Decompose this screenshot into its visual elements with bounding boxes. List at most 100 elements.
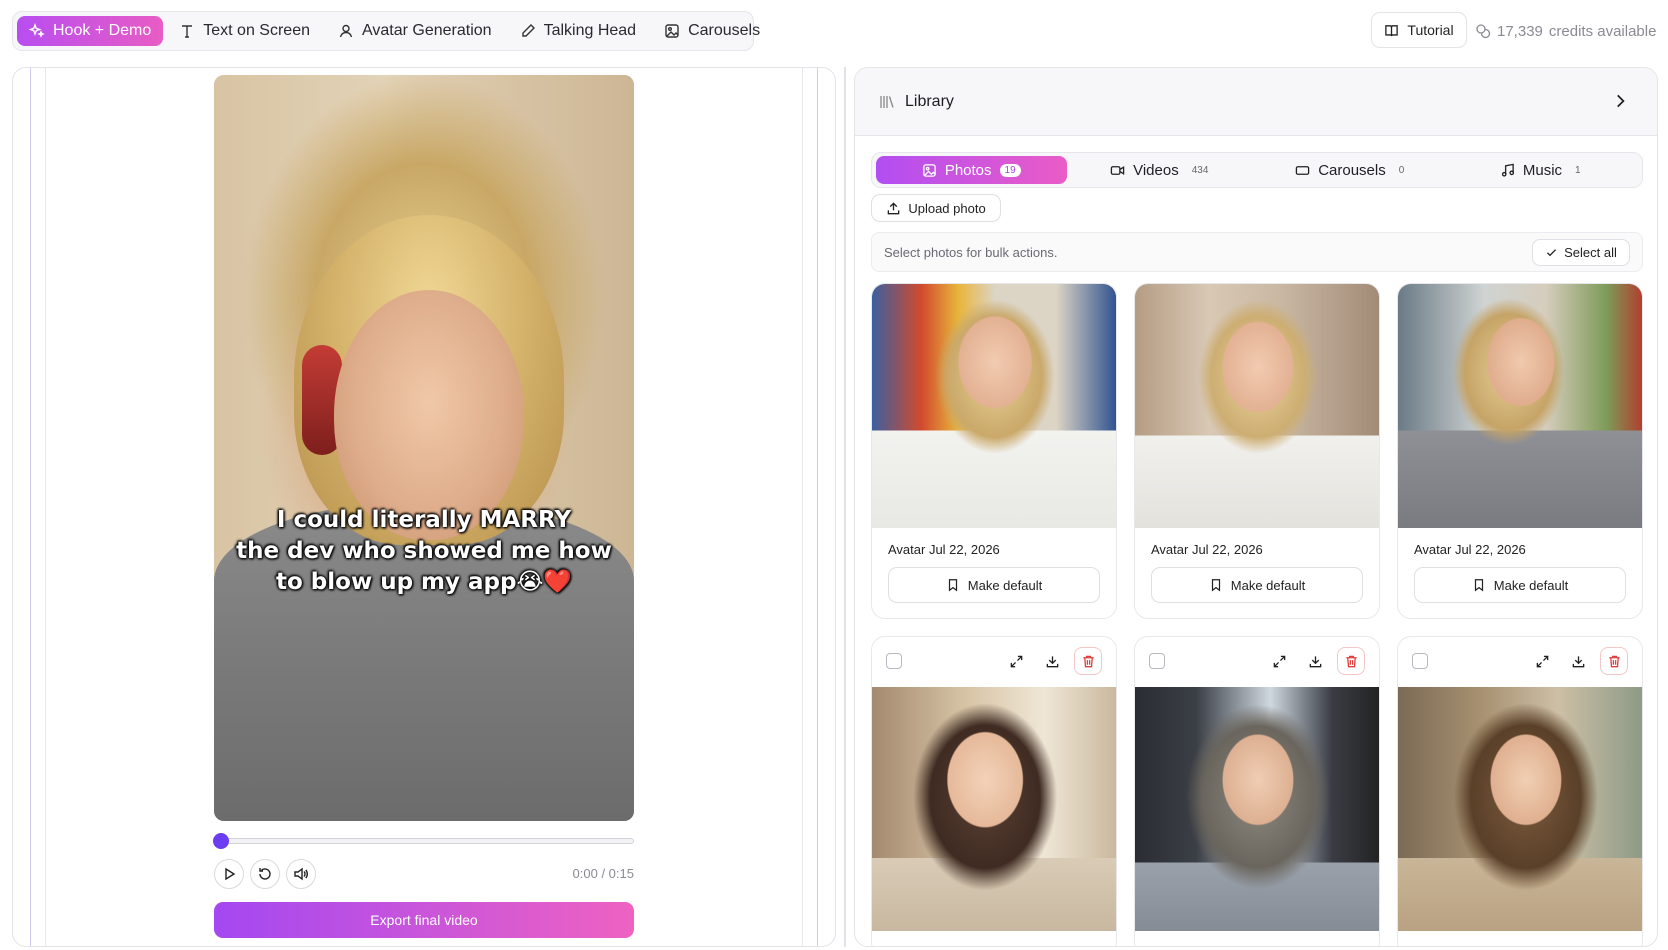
tab-talking-head[interactable]: Talking Head bbox=[508, 16, 649, 46]
sparkles-icon bbox=[29, 23, 45, 38]
images-icon bbox=[665, 24, 679, 38]
make-default-button[interactable]: Make default bbox=[1151, 567, 1363, 603]
tutorial-label: Tutorial bbox=[1407, 22, 1454, 38]
photo-card[interactable] bbox=[1397, 636, 1643, 946]
text-icon bbox=[182, 25, 193, 38]
photo-card[interactable]: Avatar Jul 22, 2026 Make default bbox=[871, 283, 1117, 619]
delete-button[interactable] bbox=[1600, 647, 1628, 675]
upload-photo-button[interactable]: Upload photo bbox=[871, 194, 1001, 222]
download-icon bbox=[1309, 655, 1321, 667]
tab-text-on-screen[interactable]: Text on Screen bbox=[167, 16, 322, 46]
tab-label: Videos bbox=[1133, 161, 1179, 179]
play-button[interactable] bbox=[214, 859, 244, 889]
tab-label: Text on Screen bbox=[203, 22, 310, 39]
expand-button[interactable] bbox=[1265, 647, 1293, 675]
check-icon bbox=[1547, 249, 1557, 257]
tab-label: Photos bbox=[944, 161, 992, 179]
tab-videos[interactable]: Videos 434 bbox=[1067, 156, 1258, 184]
trash-icon bbox=[1345, 655, 1357, 667]
video-camera-icon bbox=[1110, 165, 1125, 175]
caption-line: to blow up my app😭❤️ bbox=[276, 569, 572, 595]
resize-handle[interactable] bbox=[844, 67, 846, 947]
tab-count-badge: 0 bbox=[1398, 164, 1405, 176]
download-button[interactable] bbox=[1564, 647, 1592, 675]
expand-icon bbox=[1273, 655, 1285, 667]
bulk-actions-bar: Select photos for bulk actions. Select a… bbox=[871, 232, 1643, 272]
credits-count: 17,339 bbox=[1497, 22, 1543, 40]
tab-avatar-generation[interactable]: Avatar Generation bbox=[326, 16, 504, 46]
volume-button[interactable] bbox=[286, 859, 316, 889]
tab-label: Carousels bbox=[1318, 161, 1386, 179]
library-panel: Library Photos 19 Videos 434 Carousels 0… bbox=[854, 67, 1658, 947]
select-all-button[interactable]: Select all bbox=[1532, 239, 1630, 266]
photo-caption: Avatar Jul 22, 2026 bbox=[1414, 542, 1526, 557]
playback-time: 0:00 / 0:15 bbox=[572, 866, 634, 881]
pen-icon bbox=[521, 24, 535, 37]
media-tabs: Photos 19 Videos 434 Carousels 0 Music 1 bbox=[871, 152, 1643, 188]
photo-thumbnail[interactable] bbox=[1135, 284, 1379, 528]
photo-card[interactable]: Avatar Jul 22, 2026 Make default bbox=[1397, 283, 1643, 619]
photo-card[interactable] bbox=[1134, 636, 1380, 946]
tab-music[interactable]: Music 1 bbox=[1448, 156, 1639, 184]
select-checkbox[interactable] bbox=[886, 653, 902, 669]
photo-card[interactable] bbox=[871, 636, 1117, 946]
photo-thumbnail[interactable] bbox=[1398, 284, 1642, 528]
make-default-label: Make default bbox=[1493, 577, 1569, 593]
tab-carousels[interactable]: Carousels 0 bbox=[1257, 156, 1448, 184]
scrubber-knob[interactable] bbox=[213, 833, 229, 849]
restart-icon bbox=[259, 868, 271, 880]
caption-line: the dev who showed me how bbox=[236, 538, 612, 564]
download-button[interactable] bbox=[1301, 647, 1329, 675]
trash-icon bbox=[1082, 655, 1094, 667]
make-default-button[interactable]: Make default bbox=[1414, 567, 1626, 603]
photo-thumbnail[interactable] bbox=[1135, 687, 1379, 931]
tutorial-button[interactable]: Tutorial bbox=[1371, 12, 1467, 48]
delete-button[interactable] bbox=[1337, 647, 1365, 675]
delete-button[interactable] bbox=[1074, 647, 1102, 675]
trash-icon bbox=[1608, 655, 1620, 667]
photo-card[interactable]: Avatar Jul 22, 2026 Make default bbox=[1134, 283, 1380, 619]
upload-label: Upload photo bbox=[908, 200, 986, 216]
select-checkbox[interactable] bbox=[1412, 653, 1428, 669]
make-default-button[interactable]: Make default bbox=[888, 567, 1100, 603]
tab-label: Avatar Generation bbox=[362, 22, 492, 39]
chevron-right-icon[interactable] bbox=[1611, 92, 1629, 110]
tab-label: Hook + Demo bbox=[53, 22, 152, 39]
expand-button[interactable] bbox=[1528, 647, 1556, 675]
tab-count-badge: 1 bbox=[1575, 164, 1581, 176]
tab-label: Carousels bbox=[688, 22, 761, 39]
tab-carousels[interactable]: Carousels bbox=[652, 16, 772, 46]
tab-label: Talking Head bbox=[543, 22, 637, 39]
export-video-button[interactable]: Export final video bbox=[214, 902, 634, 938]
credits-label: credits available bbox=[1548, 22, 1657, 40]
book-icon bbox=[1385, 24, 1399, 36]
music-icon bbox=[1501, 163, 1514, 177]
select-checkbox[interactable] bbox=[1149, 653, 1165, 669]
upload-icon bbox=[888, 201, 900, 214]
mode-tabs: Hook + Demo Text on Screen Avatar Genera… bbox=[12, 11, 760, 51]
photo-thumbnail[interactable] bbox=[1398, 687, 1642, 931]
volume-icon bbox=[294, 867, 308, 881]
caption-line: I could literally MARRY bbox=[276, 507, 572, 533]
tab-photos[interactable]: Photos 19 bbox=[876, 156, 1067, 184]
video-preview[interactable]: I could literally MARRY the dev who show… bbox=[214, 75, 634, 821]
credits-indicator: 17,339 credits available bbox=[1475, 20, 1656, 42]
photo-thumbnail[interactable] bbox=[872, 284, 1116, 528]
library-icon bbox=[880, 95, 894, 108]
expand-button[interactable] bbox=[1002, 647, 1030, 675]
tab-count-badge: 19 bbox=[999, 163, 1021, 177]
video-subject-face bbox=[334, 290, 524, 540]
bulk-actions-text: Select photos for bulk actions. bbox=[884, 244, 1058, 260]
tab-hook-demo[interactable]: Hook + Demo bbox=[17, 16, 164, 46]
download-icon bbox=[1572, 655, 1584, 667]
image-icon bbox=[923, 163, 936, 177]
user-icon bbox=[339, 24, 353, 38]
library-header[interactable]: Library bbox=[855, 68, 1657, 136]
make-default-label: Make default bbox=[967, 577, 1043, 593]
select-all-label: Select all bbox=[1564, 245, 1617, 260]
restart-button[interactable] bbox=[250, 859, 280, 889]
photo-thumbnail[interactable] bbox=[872, 687, 1116, 931]
play-icon bbox=[225, 867, 236, 881]
download-button[interactable] bbox=[1038, 647, 1066, 675]
timeline-scrubber[interactable] bbox=[213, 833, 634, 849]
